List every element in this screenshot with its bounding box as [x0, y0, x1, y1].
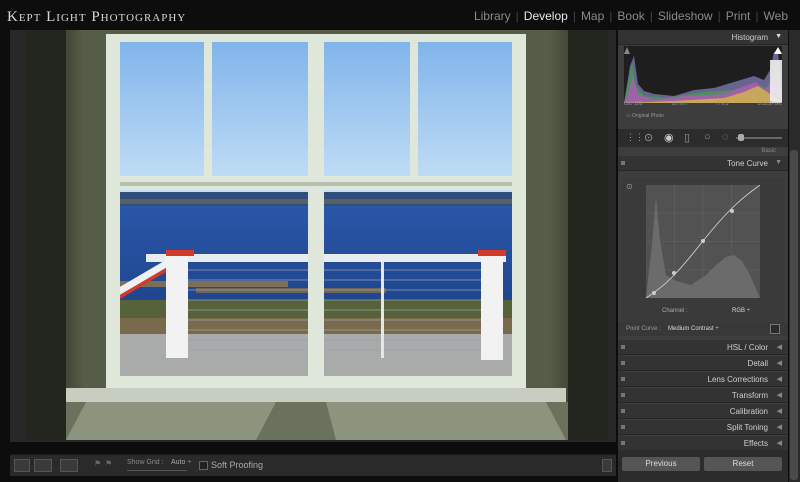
soft-proofing-label: Soft Proofing — [211, 460, 264, 470]
panel-switch-icon[interactable] — [621, 345, 625, 349]
show-grid-select[interactable]: Auto ÷ — [171, 459, 191, 466]
spot-removal-icon[interactable]: ⊙ — [644, 131, 653, 144]
module-book[interactable]: Book — [613, 9, 648, 23]
graduated-filter-icon[interactable]: ▯ — [684, 131, 690, 144]
targeted-adjustment-icon[interactable]: ⊙ — [626, 182, 633, 191]
expand-triangle-icon[interactable]: ◀ — [777, 375, 782, 383]
histogram-header[interactable]: Histogram ▼ — [618, 30, 788, 45]
panel-switch-icon[interactable] — [621, 441, 625, 445]
tone-curve-header[interactable]: Tone Curve ▼ — [618, 156, 788, 171]
panel-title-lens-corrections: Lens Corrections — [707, 375, 768, 384]
crop-icon[interactable]: ⋮⋮ — [626, 132, 644, 143]
channel-select[interactable]: RGB ÷ — [732, 308, 750, 314]
panel-switch-icon[interactable] — [621, 361, 625, 365]
toolbar-menu-button[interactable] — [602, 459, 612, 472]
tone-curve-title: Tone Curve — [727, 159, 768, 168]
panel-switch-icon[interactable] — [621, 409, 625, 413]
panel-switch-icon[interactable] — [621, 377, 625, 381]
histogram-exif: ISO 100 18 mm f / 6.3 1/1250 sec — [624, 101, 782, 107]
tone-curve-chart — [645, 184, 761, 299]
panel-header-lens-corrections[interactable]: Lens Corrections ◀ — [618, 372, 788, 387]
identity-plate: Kept Light Photography — [7, 9, 187, 25]
right-panel-scrollbar[interactable] — [789, 30, 800, 482]
exif-shutter: 1/1250 sec — [757, 101, 782, 107]
exif-iso: ISO 100 — [624, 101, 643, 107]
panel-header-detail[interactable]: Detail ◀ — [618, 356, 788, 371]
panel-header-hsl[interactable]: HSL / Color ◀ — [618, 340, 788, 355]
expand-triangle-icon[interactable]: ◀ — [777, 343, 782, 351]
panel-title-calibration: Calibration — [729, 407, 768, 416]
original-photo-label: ▭ Original Photo — [626, 113, 664, 119]
histogram-title: Histogram — [731, 33, 768, 42]
point-curve-select[interactable]: Medium Contrast ÷ — [668, 326, 719, 332]
soft-proofing-checkbox[interactable] — [199, 461, 208, 470]
toolbar: ⚑ ⚑ Show Grid : Auto ÷ Soft Proofing — [10, 454, 616, 476]
panel-header-transform[interactable]: Transform ◀ — [618, 388, 788, 403]
tool-strip: ⋮⋮ ⊙ ◉ ▯ ○ ◌ — [618, 129, 788, 147]
module-map[interactable]: Map — [577, 9, 608, 23]
histogram-graph[interactable] — [624, 46, 782, 103]
panel-bottom-bar: Previous Reset — [618, 450, 788, 482]
module-slideshow[interactable]: Slideshow — [654, 9, 717, 23]
panel-title-hsl: HSL / Color — [726, 343, 768, 352]
point-curve-label: Point Curve : — [626, 326, 661, 332]
expand-triangle-icon[interactable]: ◀ — [777, 391, 782, 399]
flag-icon[interactable]: ⚑ — [94, 459, 101, 468]
expand-triangle-icon[interactable]: ◀ — [777, 439, 782, 447]
loupe-view-button[interactable] — [14, 459, 30, 472]
panel-header-split-toning[interactable]: Split Toning ◀ — [618, 420, 788, 435]
right-panel: Histogram ▼ ISO 100 18 mm f / 6.3 1/1250… — [618, 30, 788, 482]
before-after-button[interactable] — [34, 459, 52, 472]
photo-preview[interactable] — [26, 30, 608, 440]
edit-point-curve-button[interactable] — [770, 324, 780, 334]
module-develop[interactable]: Develop — [520, 9, 572, 23]
top-bar: Kept Light Photography Library | Develop… — [0, 0, 800, 30]
radial-filter-icon[interactable]: ○ — [704, 131, 711, 143]
panel-title-detail: Detail — [747, 359, 768, 368]
photo-canvas[interactable] — [10, 30, 616, 442]
reset-button[interactable]: Reset — [704, 457, 782, 471]
expand-triangle-icon[interactable]: ◀ — [777, 359, 782, 367]
module-print[interactable]: Print — [722, 9, 755, 23]
expand-triangle-icon[interactable]: ◀ — [777, 407, 782, 415]
module-picker: Library | Develop | Map | Book | Slidesh… — [470, 9, 792, 23]
tone-curve-panel: ⊙ Channel : RGB ÷ — [622, 178, 784, 328]
original-photo-text: Original Photo — [632, 113, 664, 119]
reject-flag-icon[interactable]: ⚑ — [105, 459, 112, 468]
photo-image — [26, 30, 608, 440]
panel-switch-icon[interactable] — [621, 161, 625, 165]
collapse-triangle-icon[interactable]: ▼ — [775, 33, 782, 40]
module-web[interactable]: Web — [760, 9, 792, 23]
collapse-triangle-icon[interactable]: ▼ — [775, 159, 782, 166]
point-curve-row: Point Curve : Medium Contrast ÷ — [618, 322, 788, 336]
previous-button[interactable]: Previous — [622, 457, 700, 471]
exif-aperture: f / 6.3 — [715, 101, 729, 107]
scrollbar-thumb[interactable] — [790, 150, 798, 480]
tone-curve-graph[interactable] — [645, 184, 761, 299]
histogram-chart — [624, 47, 782, 103]
module-library[interactable]: Library — [470, 9, 515, 23]
show-grid-label: Show Grid : — [127, 459, 164, 466]
expand-triangle-icon[interactable]: ◀ — [777, 423, 782, 431]
before-after-swap-button[interactable] — [60, 459, 78, 472]
panel-title-transform: Transform — [731, 391, 768, 400]
panel-switch-icon[interactable] — [621, 393, 625, 397]
tool-slider-thumb[interactable] — [738, 134, 744, 141]
basic-panel-label[interactable]: Basic — [761, 148, 776, 154]
panel-header-calibration[interactable]: Calibration ◀ — [618, 404, 788, 419]
channel-label: Channel : — [662, 308, 688, 314]
grid-slider-track[interactable] — [127, 470, 187, 471]
exif-focal: 18 mm — [671, 101, 687, 107]
red-eye-icon[interactable]: ◉ — [664, 131, 674, 144]
panel-header-effects[interactable]: Effects ◀ — [618, 436, 788, 451]
panel-title-split-toning: Split Toning — [726, 423, 768, 432]
panel-title-effects: Effects — [743, 439, 768, 448]
panel-switch-icon[interactable] — [621, 425, 625, 429]
adjustment-brush-icon[interactable]: ◌ — [722, 131, 729, 143]
